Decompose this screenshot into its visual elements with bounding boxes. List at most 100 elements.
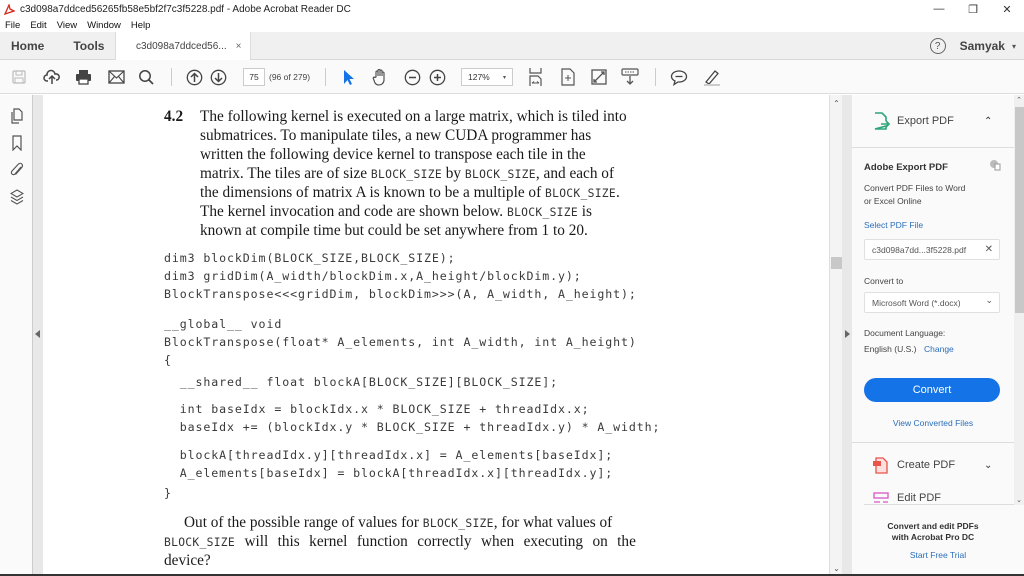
chevron-down-icon[interactable]: ⌄ (984, 460, 992, 471)
menu-window[interactable]: Window (87, 20, 121, 31)
close-window-button[interactable]: ✕ (990, 0, 1024, 18)
page-number-input[interactable]: 75 (243, 68, 265, 86)
select-pdf-file-link[interactable]: Select PDF File (864, 220, 923, 230)
upload-cloud-icon[interactable] (42, 68, 62, 86)
menu-edit[interactable]: Edit (30, 20, 46, 31)
code-line: __shared__ float blockA[BLOCK_SIZE][BLOC… (164, 375, 559, 389)
convert-to-select[interactable]: Microsoft Word (*.docx) ⌄ (864, 292, 1000, 313)
zoom-out-icon[interactable] (402, 68, 422, 86)
intro-line: The kernel invocation and code are shown… (200, 202, 592, 222)
export-description-line1: Convert PDF Files to Word (864, 183, 966, 193)
question-line: Out of the possible range of values for … (184, 513, 612, 533)
full-screen-icon[interactable] (589, 68, 609, 86)
create-pdf-header[interactable]: Create PDF ⌄ (852, 442, 1014, 488)
left-panel-toggle[interactable] (33, 95, 43, 576)
right-panel-toggle[interactable] (842, 95, 852, 576)
collapse-right-arrow-icon (845, 330, 850, 338)
menu-help[interactable]: Help (131, 20, 151, 31)
zoom-in-icon[interactable] (427, 68, 447, 86)
text-run: known at compile time but could be set a… (200, 222, 588, 239)
bookmark-icon[interactable] (8, 134, 26, 152)
text-run: . (616, 184, 620, 201)
menu-bar: File Edit View Window Help (0, 18, 1024, 32)
code-identifier: BLOCK_SIZE (370, 168, 442, 181)
question-line: device? (164, 551, 211, 570)
code-line: dim3 blockDim(BLOCK_SIZE,BLOCK_SIZE); (164, 251, 456, 265)
page-up-icon[interactable] (184, 68, 204, 86)
document-viewer[interactable]: 4.2 The following kernel is executed on a… (43, 95, 829, 576)
tab-document-label: c3d098a7ddced56... (136, 40, 227, 52)
clear-file-icon[interactable]: ✕ (985, 244, 993, 255)
intro-line: submatrices. To manipulate tiles, a new … (200, 126, 591, 145)
attachment-icon[interactable] (8, 161, 26, 179)
intro-line: known at compile time but could be set a… (200, 221, 588, 240)
edit-pdf-label: Edit PDF (897, 492, 942, 504)
zoom-level-value: 127% (468, 72, 490, 82)
scroll-up-icon[interactable]: ⌃ (1014, 96, 1024, 104)
rotate-icon[interactable] (558, 68, 578, 86)
chevron-down-icon: ▾ (502, 74, 506, 81)
tools-pane-scrollbar[interactable]: ⌃ ⌄ (1014, 95, 1024, 505)
tab-home[interactable]: Home (11, 39, 44, 53)
page-count: (96 of 279) (269, 72, 311, 82)
email-icon[interactable] (106, 68, 126, 86)
title-bar: c3d098a7ddced56265fb58e5bf2f7c3f5228.pdf… (0, 0, 1024, 18)
text-run: The following kernel is executed on a la… (200, 108, 627, 125)
cloud-document-icon (990, 160, 1001, 171)
export-pdf-header[interactable]: Export PDF ⌃ (852, 95, 1014, 147)
intro-line: matrix. The tiles are of size BLOCK_SIZE… (200, 164, 614, 184)
create-pdf-label: Create PDF (897, 459, 956, 471)
scrollbar-thumb[interactable] (831, 257, 842, 269)
scrollbar-thumb[interactable] (1015, 107, 1024, 313)
chevron-down-icon[interactable]: ▾ (1012, 42, 1016, 51)
code-identifier: BLOCK_SIZE (164, 536, 236, 549)
code-line: blockA[threadIdx.y][threadIdx.x] = A_ele… (164, 448, 614, 462)
close-tab-icon[interactable]: × (236, 41, 242, 52)
highlight-pen-icon[interactable] (702, 68, 722, 86)
tab-tools[interactable]: Tools (73, 39, 104, 53)
page-thumbnails-icon[interactable] (8, 107, 26, 125)
restore-button[interactable]: ❐ (956, 0, 990, 18)
code-line: __global__ void (164, 317, 283, 331)
tab-document[interactable]: c3d098a7ddced56... × (115, 32, 251, 60)
adobe-export-heading: Adobe Export PDF (864, 162, 948, 173)
fit-page-icon[interactable] (526, 68, 546, 86)
user-menu[interactable]: Samyak (960, 39, 1005, 53)
selected-file-field[interactable]: c3d098a7dd...3f5228.pdf ✕ (864, 239, 1000, 260)
search-icon[interactable] (136, 68, 156, 86)
comment-icon[interactable] (669, 68, 689, 86)
start-free-trial-link[interactable]: Start Free Trial (852, 550, 1024, 560)
acrobat-pdf-icon (4, 3, 15, 15)
selected-file-name: c3d098a7dd...3f5228.pdf (872, 244, 967, 255)
menu-view[interactable]: View (57, 20, 77, 31)
save-icon[interactable] (9, 68, 29, 86)
minimize-button[interactable]: — (922, 0, 956, 18)
code-line: baseIdx += (blockIdx.y * BLOCK_SIZE + th… (164, 420, 661, 434)
menu-file[interactable]: File (5, 20, 20, 31)
zoom-level-select[interactable]: 127% ▾ (461, 68, 513, 86)
hand-icon[interactable] (370, 68, 390, 86)
collapse-left-arrow-icon (35, 330, 40, 338)
text-run: written the following device kernel to t… (200, 146, 586, 163)
convert-button[interactable]: Convert (864, 378, 1000, 402)
document-language-value: English (U.S.) (864, 344, 917, 354)
text-run: the dimensions of matrix A is known to b… (200, 184, 545, 201)
view-converted-files-link[interactable]: View Converted Files (852, 418, 1014, 428)
code-identifier: BLOCK_SIZE (464, 168, 536, 181)
document-scrollbar[interactable]: ⌃ ⌄ (829, 95, 842, 576)
page-down-icon[interactable] (208, 68, 228, 86)
code-line: int baseIdx = blockIdx.x * BLOCK_SIZE + … (164, 402, 590, 416)
intro-line: the dimensions of matrix A is known to b… (200, 183, 620, 203)
intro-line: The following kernel is executed on a la… (200, 107, 627, 126)
scroll-down-icon[interactable]: ⌄ (1014, 496, 1024, 504)
change-language-link[interactable]: Change (924, 343, 954, 355)
toolbar: 75 (96 of 279) 127% ▾ (0, 60, 1024, 94)
help-icon[interactable]: ? (929, 38, 946, 54)
export-description-line2: or Excel Online (864, 196, 922, 206)
chevron-up-icon[interactable]: ⌃ (984, 116, 992, 127)
layers-icon[interactable] (8, 188, 26, 206)
read-mode-icon[interactable] (620, 68, 640, 86)
acrobat-pro-promo: Convert and edit PDFs with Acrobat Pro D… (852, 505, 1024, 576)
select-arrow-icon[interactable] (338, 68, 358, 86)
print-icon[interactable] (73, 68, 93, 86)
